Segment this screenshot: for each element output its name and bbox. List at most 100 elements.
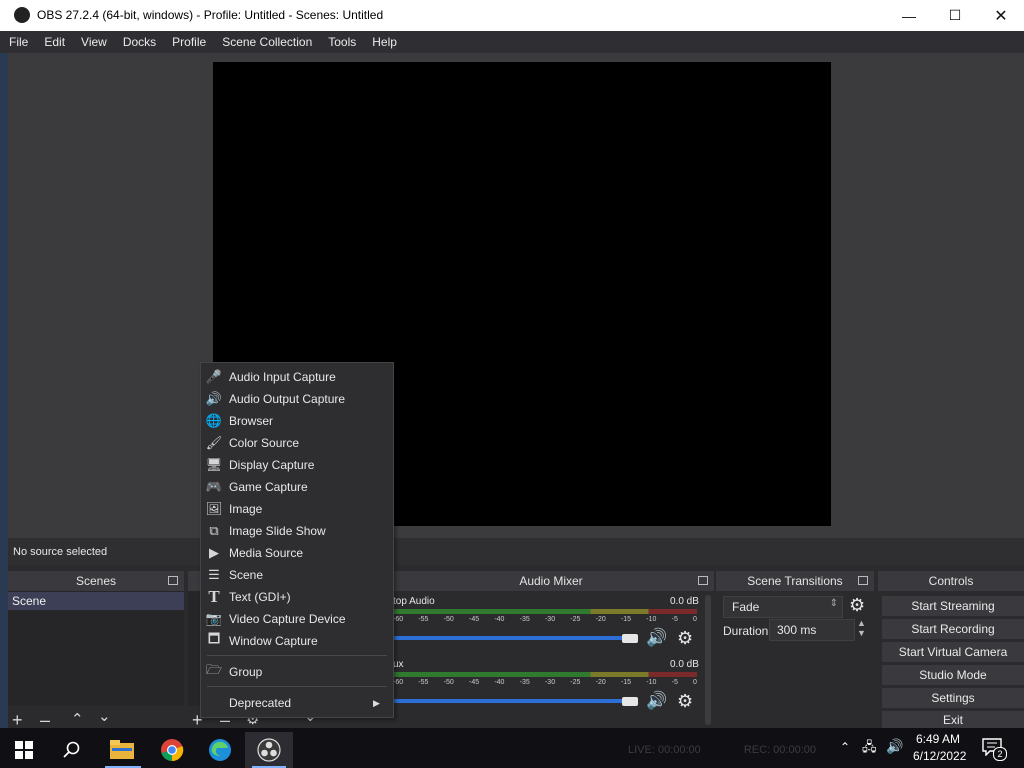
menu-item-audio-input-capture[interactable]: 🎤 Audio Input Capture [201, 366, 393, 388]
gear-icon[interactable]: ⚙ [677, 628, 693, 649]
undock-icon[interactable] [858, 576, 868, 585]
maximize-icon[interactable]: ☐ [932, 0, 978, 31]
windows-start-icon[interactable] [0, 732, 48, 768]
tick-label: -35 [519, 616, 530, 623]
submenu-arrow-icon: ▶ [373, 697, 380, 708]
mute-speaker-icon[interactable]: 🔊 [646, 691, 667, 711]
clock-date[interactable]: 6/12/2022 [913, 749, 966, 763]
menu-item-text-gdi[interactable]: T Text (GDI+) [201, 586, 393, 608]
clock-time[interactable]: 6:49 AM [916, 732, 960, 746]
start-virtual-camera-button[interactable]: Start Virtual Camera [882, 642, 1024, 662]
menu-help[interactable]: Help [363, 35, 404, 49]
chrome-icon[interactable] [148, 732, 196, 768]
tick-label: -40 [494, 679, 505, 686]
volume-icon[interactable]: 🔊 [886, 738, 903, 755]
source-status-text: No source selected [13, 546, 108, 558]
menu-item-label: Image Slide Show [229, 524, 326, 538]
menu-item-display-capture[interactable]: 🖥 Display Capture [201, 454, 393, 476]
tick-label: -60 [393, 679, 404, 686]
exit-button[interactable]: Exit [882, 711, 1024, 728]
file-explorer-icon[interactable] [98, 732, 146, 768]
play-icon: ▶ [209, 545, 219, 560]
mute-speaker-icon[interactable]: 🔊 [646, 628, 667, 648]
menu-item-deprecated[interactable]: Deprecated ▶ [201, 692, 393, 714]
menu-item-audio-output-capture[interactable]: 🔊 Audio Output Capture [201, 388, 393, 410]
menu-item-group[interactable]: 🗁 Group [201, 661, 393, 683]
menu-item-label: Audio Output Capture [229, 392, 346, 406]
scene-item-label: Scene [12, 594, 47, 608]
network-icon[interactable]: 🖧 [862, 738, 877, 760]
menu-item-label: Video Capture Device [229, 612, 346, 626]
source-toolbar: No source selected [8, 538, 1024, 565]
menu-item-browser[interactable]: 🌐 Browser [201, 410, 393, 432]
image-icon: 🖼 [205, 501, 223, 516]
move-down-icon[interactable]: ⌄ [98, 708, 111, 726]
scene-list-item[interactable]: Scene [8, 592, 184, 610]
menu-item-color-source[interactable]: 🖌 Color Source [201, 432, 393, 454]
add-source-menu: 🎤 Audio Input Capture 🔊 Audio Output Cap… [200, 362, 394, 718]
tick-label: -45 [468, 679, 480, 686]
move-up-icon[interactable]: ⌃ [71, 711, 84, 729]
volume-slider-handle[interactable] [622, 697, 638, 706]
menu-profile[interactable]: Profile [163, 35, 213, 49]
audio-mixer-title: Audio Mixer [519, 574, 583, 588]
menu-item-image-slide-show[interactable]: ⧉ Image Slide Show [201, 520, 393, 542]
menu-item-video-capture-device[interactable]: 📷 Video Capture Device [201, 608, 393, 630]
tick-label: -30 [544, 679, 556, 686]
scenes-dock-title: Scenes [75, 574, 117, 588]
tick-label: -10 [646, 679, 657, 686]
edge-icon[interactable] [196, 732, 244, 768]
close-icon[interactable]: ✕ [978, 0, 1024, 31]
menu-separator [207, 655, 387, 656]
scene-transitions-title: Scene Transitions [747, 574, 843, 588]
volume-slider[interactable] [393, 699, 638, 703]
menu-item-label: Game Capture [229, 480, 308, 494]
menu-scene-collection[interactable]: Scene Collection [213, 35, 319, 49]
duration-input[interactable]: 300 ms [769, 619, 855, 641]
menu-item-scene[interactable]: ☰ Scene [201, 564, 393, 586]
text-icon: T [208, 587, 220, 606]
volume-slider[interactable] [393, 636, 638, 640]
start-streaming-button[interactable]: Start Streaming [882, 596, 1024, 616]
obs-taskbar-icon[interactable] [245, 732, 293, 768]
menu-docks[interactable]: Docks [114, 35, 163, 49]
menu-tools[interactable]: Tools [319, 35, 363, 49]
tick-label: -50 [443, 679, 454, 686]
studio-mode-button[interactable]: Studio Mode [882, 665, 1024, 685]
notification-center-icon[interactable]: 2 [982, 738, 1007, 761]
scenes-dock-header: Scenes [8, 571, 184, 591]
menu-item-label: Audio Input Capture [229, 370, 336, 384]
tick-label: 0 [693, 679, 697, 686]
remove-scene-icon[interactable]: – [40, 711, 50, 729]
menu-view[interactable]: View [72, 35, 114, 49]
search-icon[interactable] [48, 732, 96, 768]
tick-label: -60 [393, 616, 404, 623]
gear-icon[interactable]: ⚙ [677, 691, 693, 712]
duration-stepper-icon[interactable]: ▲ ▼ [857, 618, 866, 638]
mixer-scrollbar[interactable] [705, 595, 711, 725]
gear-icon[interactable]: ⚙ [849, 595, 865, 616]
transition-select[interactable]: Fade ⇕ [723, 596, 843, 618]
monitor-icon: 🖥 [205, 457, 223, 472]
menu-file[interactable]: File [0, 35, 35, 49]
settings-button[interactable]: Settings [882, 688, 1024, 708]
menu-item-window-capture[interactable]: 🗖 Window Capture [201, 630, 393, 652]
add-scene-icon[interactable]: + [12, 711, 23, 729]
tick-label: -20 [595, 679, 606, 686]
tick-label: -30 [544, 616, 556, 623]
menu-item-image[interactable]: 🖼 Image [201, 498, 393, 520]
menu-edit[interactable]: Edit [35, 35, 72, 49]
volume-slider-handle[interactable] [622, 634, 638, 643]
undock-icon[interactable] [698, 576, 708, 585]
minimize-icon[interactable]: — [886, 0, 932, 31]
menu-item-media-source[interactable]: ▶ Media Source [201, 542, 393, 564]
spinner-icon: ⇕ [829, 598, 838, 609]
title-bar: OBS 27.2.4 (64-bit, windows) - Profile: … [0, 0, 1024, 31]
tick-label: 0 [693, 616, 697, 623]
undock-icon[interactable] [168, 576, 178, 585]
controls-title: Controls [928, 574, 974, 588]
chevron-up-icon[interactable]: ⌃ [840, 740, 850, 754]
start-recording-button[interactable]: Start Recording [882, 619, 1024, 639]
menu-item-label: Window Capture [229, 634, 318, 648]
menu-item-game-capture[interactable]: 🎮 Game Capture [201, 476, 393, 498]
